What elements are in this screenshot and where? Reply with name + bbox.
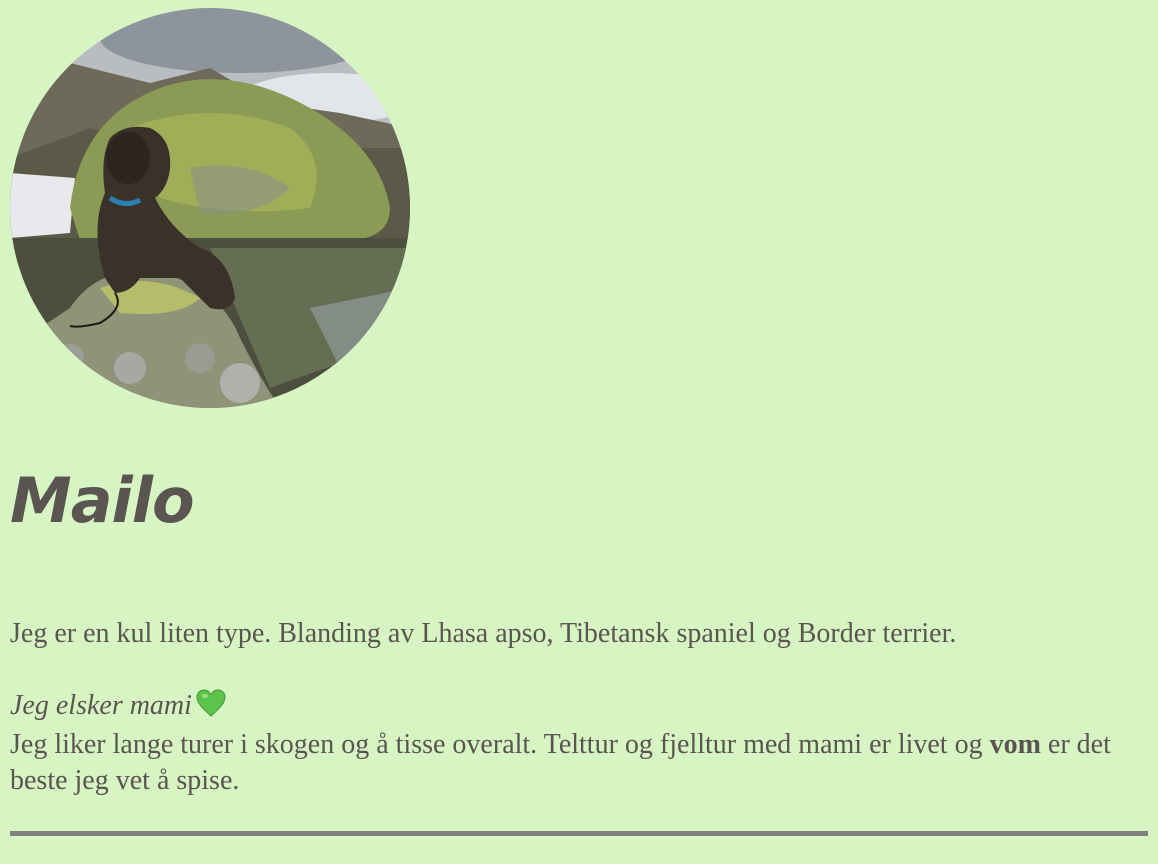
profile-name: Mailo: [10, 464, 195, 537]
divider: [10, 831, 1148, 836]
love-text: Jeg elsker mami: [10, 690, 192, 721]
about-section: Jeg elsker mami Jeg liker lange turer i …: [10, 688, 1150, 799]
dog-on-rock-photo: [10, 8, 410, 408]
green-heart-icon: [196, 689, 226, 727]
intro-text: Jeg er en kul liten type. Blanding av Lh…: [10, 618, 957, 649]
likes-text-part1: Jeg liker lange turer i skogen og å tiss…: [10, 729, 983, 760]
profile-photo: [10, 8, 410, 408]
likes-bold-word: vom: [989, 729, 1041, 760]
